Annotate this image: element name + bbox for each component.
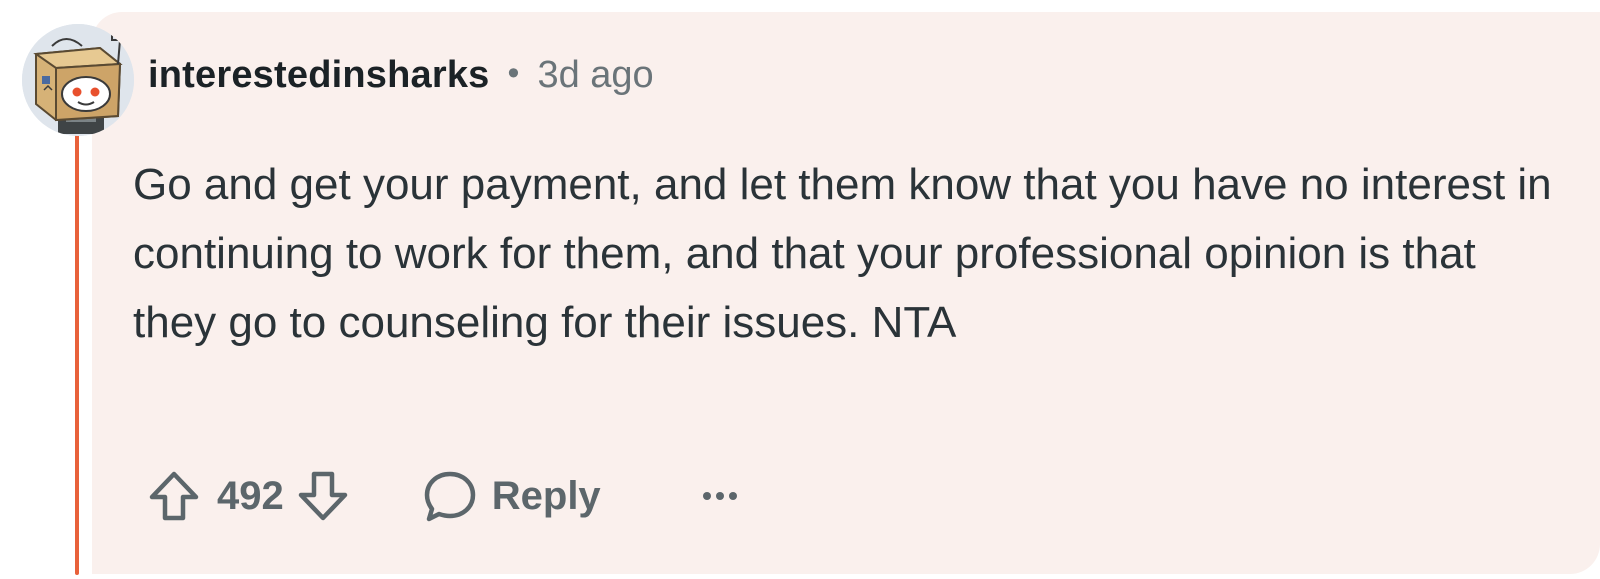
reply-button[interactable]: Reply bbox=[422, 468, 601, 524]
downvote-button[interactable] bbox=[294, 467, 352, 525]
reply-label: Reply bbox=[491, 473, 601, 518]
comment-header: interestedinsharks • 3d ago bbox=[148, 50, 654, 100]
box-robot-avatar-icon bbox=[22, 24, 134, 136]
comment-body: Go and get your payment, and let them kn… bbox=[133, 160, 1552, 347]
speech-bubble-icon bbox=[424, 471, 475, 522]
comment-timestamp[interactable]: 3d ago bbox=[537, 54, 653, 97]
author-username[interactable]: interestedinsharks bbox=[148, 54, 490, 97]
meta-separator: • bbox=[507, 53, 520, 92]
vote-score: 492 bbox=[217, 473, 284, 518]
comment-actions: 492 Reply bbox=[145, 464, 749, 528]
downvote-arrow-icon bbox=[298, 471, 347, 521]
more-options-button[interactable] bbox=[691, 467, 749, 525]
avatar[interactable] bbox=[22, 24, 134, 136]
thread-line[interactable] bbox=[75, 132, 79, 575]
upvote-arrow-icon bbox=[149, 471, 199, 521]
upvote-button[interactable] bbox=[145, 467, 203, 525]
more-horizontal-icon bbox=[702, 492, 737, 500]
